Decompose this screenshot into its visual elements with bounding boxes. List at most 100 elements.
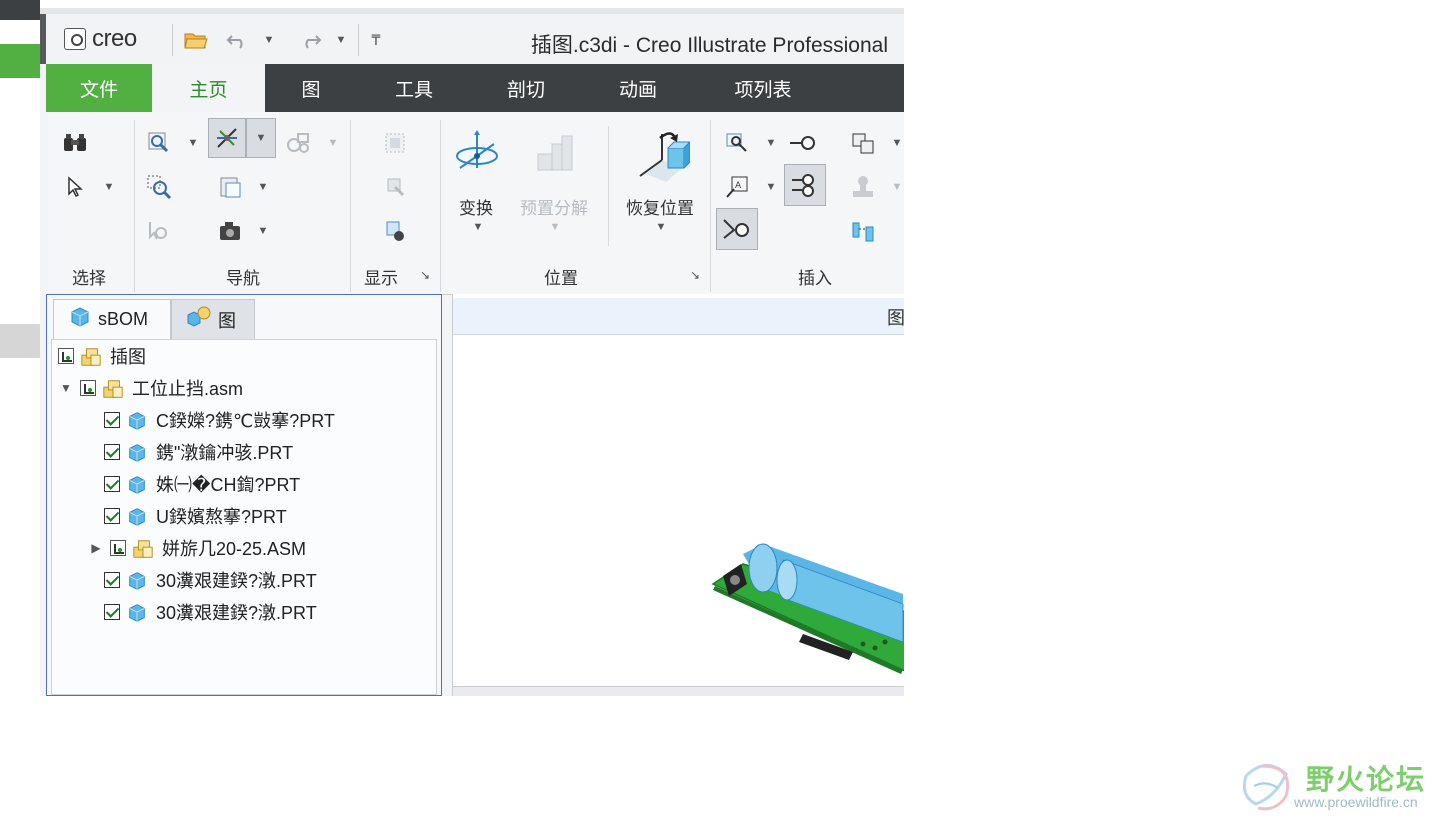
group-separator [350,120,351,292]
insert-balloon-icon[interactable] [786,126,820,160]
insert-balloon-stack-icon[interactable] [784,164,826,206]
views-dropdown-icon[interactable]: ▼ [256,180,270,194]
visibility-checkbox[interactable] [104,604,120,620]
insert-symbol-dropdown-icon[interactable]: ▼ [890,136,904,150]
views-icon[interactable] [214,170,248,204]
group-label-insert: 插入 [798,269,832,288]
background-window-accent [0,44,40,78]
insert-note-icon[interactable]: A [720,170,754,204]
tab-figures-label: 图 [218,310,236,331]
part-cube-icon [126,570,146,590]
insert-callout-dropdown-icon[interactable]: ▼ [764,136,778,150]
part-cube-icon [126,506,146,526]
viewport-header-text: 图 [887,308,904,328]
tree-row[interactable]: 30瀵艰建鍨?潡.PRT [52,564,436,596]
visibility-checkbox[interactable] [104,572,120,588]
tree-row[interactable]: 插图 [52,340,436,372]
open-folder-icon[interactable] [182,26,210,54]
snapshot-dropdown-icon[interactable]: ▼ [256,224,270,238]
application-window: creo ▼ ▼ ₸ 插图.c3di - Creo Illustrate Pro… [40,8,904,696]
window-title: 插图.c3di - Creo Illustrate Professional [530,34,888,57]
tree-row[interactable]: C鍨嬫?鎸℃敱搴?PRT [52,404,436,436]
undo-icon[interactable] [224,26,252,54]
quick-access-separator [358,24,359,56]
position-group-launcher-icon[interactable]: ↘ [690,268,700,282]
visibility-checkbox[interactable] [104,444,120,460]
tree-row[interactable]: U鍨嬪熬搴?PRT [52,500,436,532]
redo-icon[interactable] [296,26,324,54]
tree-row-label: C鍨嬫?鎸℃敱搴?PRT [156,411,335,431]
ribbon-panel: ▼ 选择 ▼ ▼ ▼ ▼ ▼ 导航 显示 ↘ 变换 ▼ 预置分解 ▼ 恢复位置 … [46,112,904,295]
tree-row[interactable]: 30瀵艰建鍨?潡.PRT [52,596,436,628]
transform-icon[interactable] [452,126,502,180]
tab-tools[interactable]: 工具 [368,64,460,112]
watermark-logo-icon [1242,764,1289,811]
restore-position-label[interactable]: 恢复位置 [626,194,694,219]
creo-logo-text: creo [92,25,137,52]
select-dropdown-icon[interactable]: ▼ [102,180,116,194]
redo-dropdown-icon[interactable]: ▼ [334,26,348,54]
display-shaded-icon [378,126,412,160]
tab-figures[interactable]: 图 [171,299,255,339]
visibility-checkbox[interactable] [104,476,120,492]
visibility-checkbox[interactable] [80,380,96,396]
zoom-disabled-icon [142,214,176,248]
tree-row[interactable]: ▶ 姘旂几20-25.ASM [52,532,436,564]
background-window-strip [0,0,40,20]
find-binoculars-icon[interactable] [58,126,92,160]
display-isolate-icon[interactable] [378,214,412,248]
creo-logo[interactable]: creo [64,25,137,52]
insert-symbol-icon[interactable] [846,126,880,160]
tab-figure[interactable]: 图 [265,64,357,112]
visibility-checkbox[interactable] [110,540,126,556]
watermark-url: www.proewildfire.cn [1294,794,1418,810]
expand-arrow-icon[interactable]: ▶ [88,541,104,555]
transform-dropdown-icon[interactable]: ▼ [471,220,485,234]
insert-leader-icon[interactable] [716,208,758,250]
select-arrow-icon[interactable] [58,170,92,204]
display-group-launcher-icon[interactable]: ↘ [420,268,430,282]
customize-toolbar-icon[interactable]: ₸ [366,26,386,54]
tab-file[interactable]: 文件 [46,64,152,112]
fly-dropdown-icon: ▼ [327,137,339,149]
snapshot-camera-icon[interactable] [214,214,248,248]
visibility-checkbox[interactable] [104,412,120,428]
graphics-viewport[interactable]: 图 [452,294,904,696]
creo-badge-icon [64,28,86,50]
tree-row[interactable]: 鎸"潡鑰冲骇.PRT [52,436,436,468]
assembly-icon [102,378,123,398]
collapse-arrow-icon[interactable]: ▼ [58,381,74,395]
zoom-to-selection-icon[interactable] [142,170,176,204]
tree-list: 插图 ▼ 工位止挡.asm C鍨嬫?鎸℃敱搴?PRT 鎸"潡鑰冲骇.PRT 姝㈠�CH鍧?… [51,339,437,695]
tree-row[interactable]: ▼ 工位止挡.asm [52,372,436,404]
tree-row-label: 鎸"潡鑰冲骇.PRT [156,443,294,463]
rotate-dropdown-icon[interactable]: ▼ [246,118,276,158]
tree-row[interactable]: 姝㈠�CH鍧?PRT [52,468,436,500]
tree-row-label: 姝㈠�CH鍧?PRT [156,475,301,495]
part-cube-icon [126,474,146,494]
tab-section[interactable]: 剖切 [480,64,572,112]
rotate-spin-icon[interactable] [208,118,246,158]
insert-note-dropdown-icon[interactable]: ▼ [764,180,778,194]
undo-dropdown-icon[interactable]: ▼ [262,26,276,54]
zoom-window-icon[interactable] [142,126,176,160]
visibility-checkbox[interactable] [104,508,120,524]
group-separator [710,120,711,292]
zoom-dropdown-icon[interactable]: ▼ [186,136,200,150]
group-separator [134,120,135,292]
tab-sbom-label: sBOM [98,309,149,329]
tab-home[interactable]: 主页 [152,64,265,112]
assembly-icon [80,346,101,366]
restore-position-dropdown-icon[interactable]: ▼ [654,220,668,234]
tab-animation[interactable]: 动画 [592,64,684,112]
model-3d-render[interactable] [703,524,904,679]
insert-callout-icon[interactable] [720,126,754,160]
tree-row-label: U鍨嬪熬搴?PRT [156,507,287,527]
visibility-checkbox[interactable] [58,348,74,364]
transform-label[interactable]: 变换 [459,194,493,219]
structure-tree-panel: sBOM 图 插图 ▼ 工位止挡.asm C鍨嬫?鎸℃敱搴?PRT 鎸"潡鑰冲骇.PRT… [46,294,442,696]
tab-item-list[interactable]: 项列表 [712,64,814,112]
insert-dimension-icon[interactable] [846,214,880,248]
tab-sbom[interactable]: sBOM [53,299,171,339]
restore-position-icon[interactable] [636,124,690,182]
